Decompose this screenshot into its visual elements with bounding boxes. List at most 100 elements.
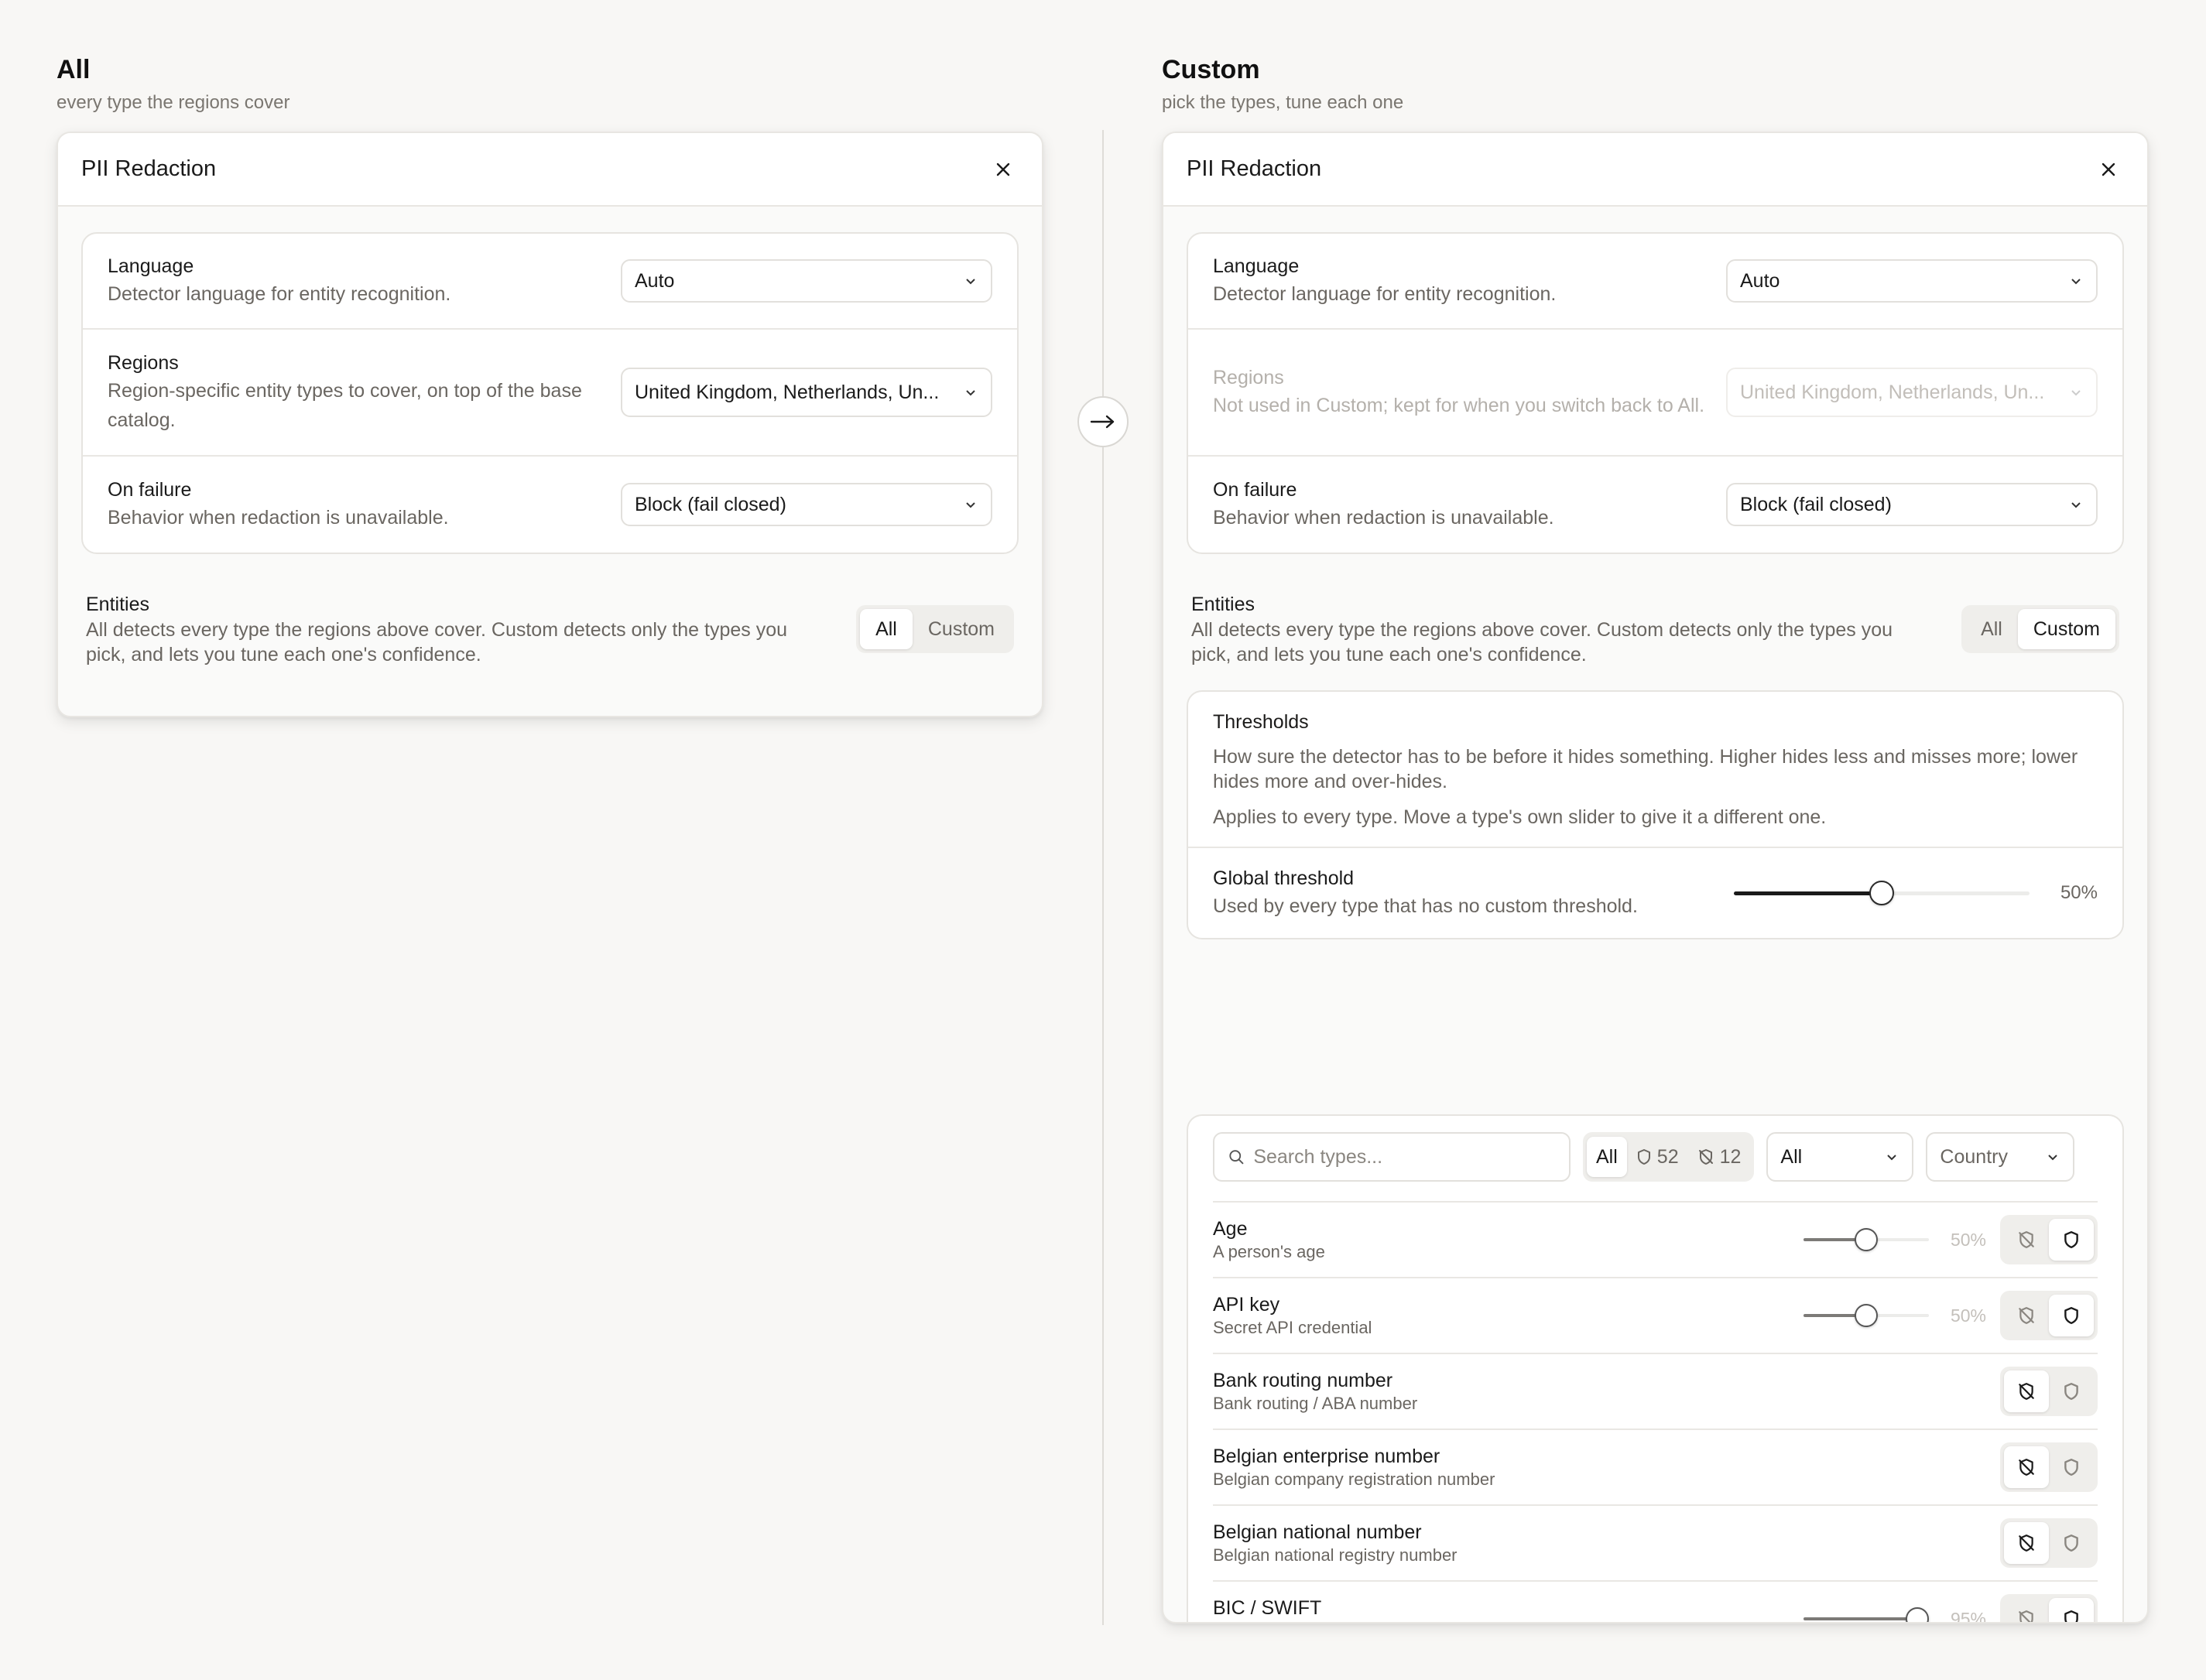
mode-all-button[interactable]: All <box>1965 609 2018 649</box>
type-controls: 50% <box>1804 1291 2098 1340</box>
search-box[interactable] <box>1213 1132 1571 1182</box>
chevron-down-icon <box>2071 502 2081 508</box>
column-subtitle: every type the regions cover <box>57 92 290 113</box>
column-subtitle: pick the types, tune each one <box>1162 92 1404 113</box>
column-divider <box>1102 130 1104 1625</box>
shield-off-icon <box>2019 1459 2034 1476</box>
global-threshold-desc: Used by every type that has no custom th… <box>1213 895 1638 917</box>
scope-select-value: All <box>1780 1145 1803 1168</box>
chevron-down-icon <box>2048 1155 2058 1161</box>
global-threshold-slider[interactable] <box>1734 878 2030 908</box>
type-info: Belgian enterprise number Belgian company… <box>1213 1444 2000 1490</box>
scope-select[interactable]: All <box>1766 1132 1914 1182</box>
types-panel: All 52 12 All Country Age A person's age 5… <box>1187 1114 2124 1622</box>
regions-value: United Kingdom, Netherlands, Un... <box>635 381 940 403</box>
type-name: API key <box>1213 1294 1280 1316</box>
chevron-down-icon <box>966 279 975 285</box>
type-name: Age <box>1213 1218 1248 1240</box>
disable-type-button[interactable] <box>2004 1295 2049 1336</box>
type-controls <box>2000 1367 2098 1416</box>
entities-desc: All detects every type the regions above… <box>1191 619 1893 665</box>
entities-mode-toggle: All Custom <box>1961 605 2119 653</box>
on-failure-desc: Behavior when redaction is unavailable. <box>108 507 449 529</box>
filter-all-button[interactable]: All <box>1587 1137 1627 1177</box>
slider-knob[interactable] <box>1869 881 1894 905</box>
close-button[interactable] <box>2093 154 2124 185</box>
regions-row: Regions Region-specific entity types to … <box>83 330 1017 457</box>
shield-icon <box>2064 1230 2078 1249</box>
close-button[interactable] <box>988 154 1019 185</box>
country-select[interactable]: Country <box>1926 1132 2075 1182</box>
on-failure-label: On failure <box>108 479 192 501</box>
filter-disabled-button[interactable]: 12 <box>1688 1137 1751 1177</box>
enable-type-button[interactable] <box>2049 1522 2094 1564</box>
on-failure-label: On failure <box>1213 479 1297 501</box>
type-row: BIC / SWIFTBank identifier code 95% <box>1213 1582 2098 1622</box>
type-enable-toggle <box>2000 1215 2098 1264</box>
arrow-right-icon <box>1090 415 1115 429</box>
disable-type-button[interactable] <box>2004 1219 2049 1261</box>
type-desc: A person's age <box>1213 1242 1325 1261</box>
shield-off-icon <box>2019 1383 2034 1400</box>
language-row: Language Detector language for entity re… <box>83 234 1017 330</box>
slider-knob[interactable] <box>1855 1228 1878 1251</box>
language-label: Language <box>1213 255 1300 277</box>
type-threshold-slider[interactable] <box>1804 1603 1929 1622</box>
enable-type-button[interactable] <box>2049 1446 2094 1488</box>
enable-type-button[interactable] <box>2049 1370 2094 1412</box>
enable-type-button[interactable] <box>2049 1295 2094 1336</box>
disable-type-button[interactable] <box>2004 1522 2049 1564</box>
mode-custom-button[interactable]: Custom <box>913 609 1010 649</box>
disable-type-button[interactable] <box>2004 1598 2049 1622</box>
entities-mode-toggle: All Custom <box>856 605 1014 653</box>
entities-section: Entities All detects every type the regi… <box>1163 591 2147 667</box>
on-failure-select[interactable]: Block (fail closed) <box>1726 483 2098 526</box>
search-input[interactable] <box>1253 1145 1555 1168</box>
entities-desc: All detects every type the regions above… <box>86 619 788 665</box>
global-threshold-label: Global threshold <box>1213 867 1355 889</box>
shield-icon <box>2064 1534 2078 1552</box>
enable-type-button[interactable] <box>2049 1219 2094 1261</box>
custom-column-header: Custom pick the types, tune each one <box>1162 54 1403 115</box>
slider-knob[interactable] <box>1906 1607 1929 1622</box>
mode-custom-button[interactable]: Custom <box>2017 609 2115 649</box>
type-controls <box>2000 1518 2098 1568</box>
regions-select[interactable]: United Kingdom, Netherlands, Un... <box>621 368 992 417</box>
language-row: Language Detector language for entity re… <box>1188 234 2122 330</box>
type-name: Bank routing number <box>1213 1370 1393 1391</box>
type-info: Age A person's age <box>1213 1216 1804 1263</box>
enable-type-button[interactable] <box>2049 1598 2094 1622</box>
slider-knob[interactable] <box>1855 1304 1878 1327</box>
global-threshold-row: Global threshold Used by every type that… <box>1188 848 2122 938</box>
type-desc: Belgian national registry number <box>1213 1545 1458 1565</box>
settings-panel: Language Detector language for entity re… <box>81 232 1019 554</box>
type-enable-toggle <box>2000 1594 2098 1622</box>
regions-label: Regions <box>108 352 179 374</box>
shield-off-icon <box>2019 1307 2034 1324</box>
mode-all-button[interactable]: All <box>860 609 913 649</box>
filter-enabled-button[interactable]: 52 <box>1627 1137 1688 1177</box>
chevron-down-icon <box>2071 279 2081 285</box>
regions-desc: Region-specific entity types to cover, o… <box>108 380 582 431</box>
thresholds-desc: How sure the detector has to be before i… <box>1213 746 2078 792</box>
shield-icon <box>1637 1149 1650 1165</box>
search-icon <box>1229 1150 1244 1165</box>
type-threshold-slider[interactable] <box>1804 1224 1929 1255</box>
type-desc: Bank routing / ABA number <box>1213 1394 1418 1413</box>
type-desc: Belgian company registration number <box>1213 1470 1495 1489</box>
settings-panel: Language Detector language for entity re… <box>1187 232 2124 554</box>
type-row: Belgian national number Belgian national … <box>1213 1506 2098 1582</box>
language-select[interactable]: Auto <box>621 259 992 303</box>
disable-type-button[interactable] <box>2004 1446 2049 1488</box>
type-row: Bank routing number Bank routing / ABA nu… <box>1213 1354 2098 1430</box>
type-threshold-slider[interactable] <box>1804 1300 1929 1331</box>
on-failure-row: On failure Behavior when redaction is un… <box>83 457 1017 553</box>
language-select[interactable]: Auto <box>1726 259 2098 303</box>
type-desc: Bank identifier code <box>1213 1620 1804 1622</box>
type-enable-toggle <box>2000 1442 2098 1492</box>
on-failure-select[interactable]: Block (fail closed) <box>621 483 992 526</box>
transition-arrow <box>1077 396 1129 447</box>
regions-desc: Not used in Custom; kept for when you sw… <box>1213 395 1705 416</box>
disable-type-button[interactable] <box>2004 1370 2049 1412</box>
shield-icon <box>2064 1458 2078 1476</box>
